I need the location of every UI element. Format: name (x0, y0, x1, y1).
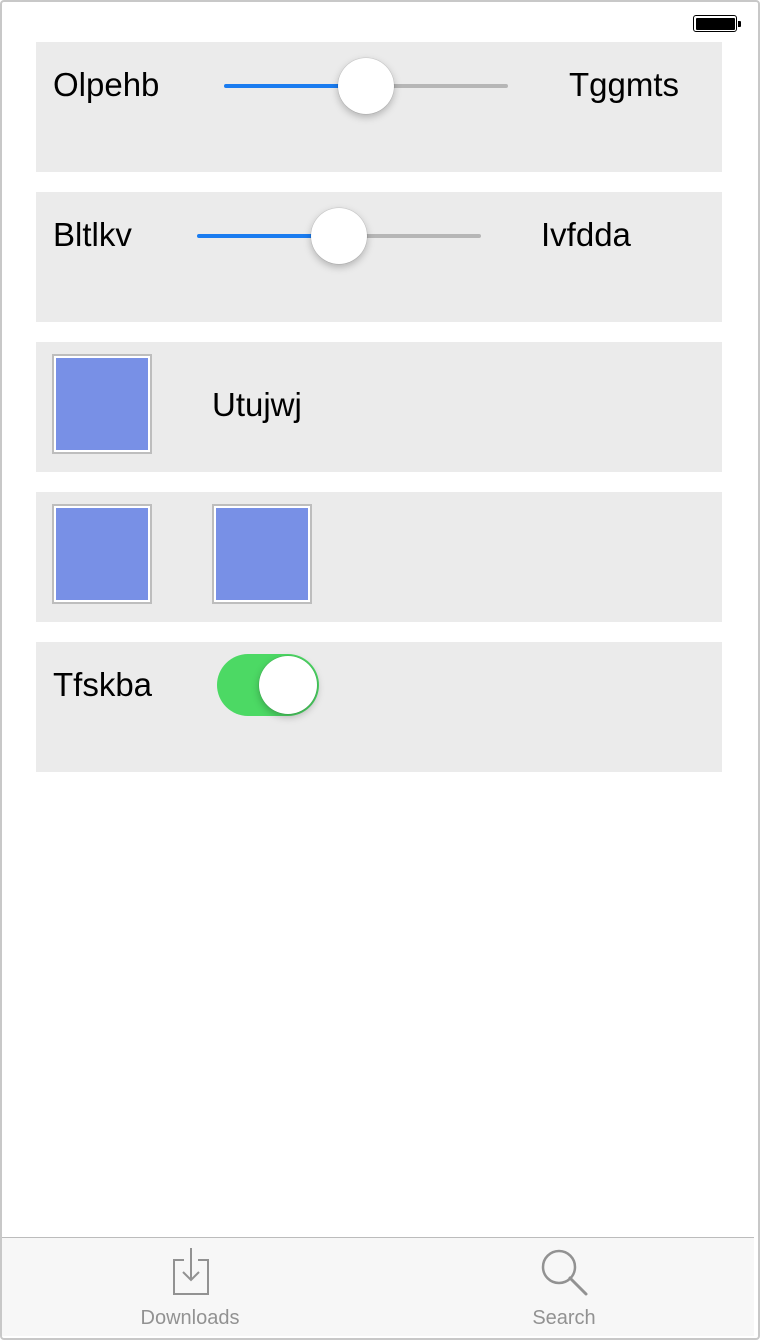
color-swatch-2 (216, 508, 308, 600)
toggle-knob[interactable] (259, 656, 317, 714)
swatch-pair-row (36, 492, 722, 622)
toggle-label: Tfskba (53, 666, 153, 703)
toggle-row: Tfskba (36, 642, 722, 772)
slider-1-right-label: Tggmts (569, 66, 680, 103)
slider-2-right-label: Ivfdda (541, 216, 631, 253)
color-swatch-1 (56, 508, 148, 600)
status-bar (2, 2, 758, 42)
tab-search[interactable]: Search (464, 1238, 664, 1337)
slider-1-thumb[interactable] (338, 58, 394, 114)
slider-row-2: Bltlkv Ivfdda (36, 192, 722, 322)
slider-1-left-label: Olpehb (53, 66, 160, 103)
color-swatch-button[interactable] (52, 354, 152, 454)
tab-downloads[interactable]: Downloads (90, 1238, 290, 1337)
tab-downloads-label: Downloads (140, 1307, 240, 1329)
slider-2[interactable] (197, 206, 481, 266)
slider-2-thumb[interactable] (311, 208, 367, 264)
slider-2-left-label: Bltlkv (53, 216, 132, 253)
slider-1[interactable] (224, 56, 508, 116)
color-swatch (56, 358, 148, 450)
swatch-row-label: Utujwj (212, 386, 302, 423)
downloads-icon (170, 1246, 210, 1301)
color-swatch-button-2[interactable] (212, 504, 312, 604)
swatch-row: Utujwj (36, 342, 722, 472)
search-icon (538, 1246, 590, 1303)
tab-bar: Downloads Search (2, 1237, 754, 1336)
toggle-switch[interactable] (217, 654, 319, 716)
tab-search-label: Search (532, 1307, 596, 1329)
slider-row-1: Olpehb Tggmts (36, 42, 722, 172)
app-screen: Olpehb Tggmts Bltlkv Ivfdda Utujwj Tfskb… (0, 0, 760, 1340)
battery-icon (693, 15, 741, 32)
color-swatch-button-1[interactable] (52, 504, 152, 604)
